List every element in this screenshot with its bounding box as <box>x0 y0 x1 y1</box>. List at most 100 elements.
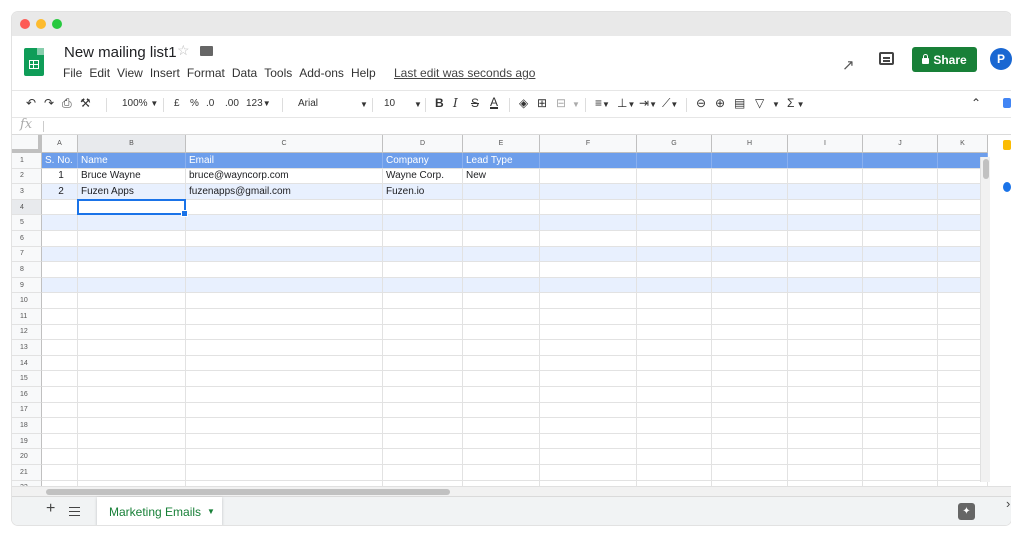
column-header[interactable]: D <box>383 135 463 153</box>
cell[interactable] <box>637 199 712 215</box>
redo-icon[interactable]: ↷ <box>44 96 54 110</box>
cell[interactable] <box>540 355 637 371</box>
row-header[interactable]: 12 <box>12 324 42 341</box>
cell[interactable] <box>712 340 788 355</box>
cell[interactable] <box>788 449 863 464</box>
cell[interactable] <box>78 387 186 402</box>
cell[interactable] <box>78 465 186 480</box>
cell[interactable] <box>712 465 788 480</box>
cell[interactable] <box>863 449 938 464</box>
cell[interactable] <box>788 246 863 262</box>
cell[interactable] <box>186 215 383 230</box>
cell[interactable] <box>540 184 637 199</box>
text-color-button[interactable]: A <box>490 95 498 109</box>
cell[interactable] <box>540 262 637 277</box>
cell[interactable] <box>712 168 788 184</box>
row-header[interactable]: 6 <box>12 231 42 247</box>
cell[interactable] <box>383 246 463 262</box>
cell[interactable] <box>186 433 383 449</box>
row-header[interactable]: 21 <box>12 465 42 481</box>
cell[interactable] <box>42 371 78 386</box>
explore-icon[interactable]: ✦ <box>958 503 975 520</box>
cell[interactable] <box>186 231 383 246</box>
filter-icon[interactable]: ▽ <box>755 96 764 110</box>
cell[interactable] <box>463 293 540 308</box>
cell[interactable]: Fuzen Apps <box>78 184 186 199</box>
cell[interactable] <box>383 402 463 418</box>
sheet-tab-marketing-emails[interactable]: Marketing Emails ▼ <box>97 497 222 525</box>
cell[interactable] <box>78 418 186 433</box>
cell[interactable] <box>788 231 863 246</box>
bold-button[interactable]: B <box>435 96 444 110</box>
spreadsheet-grid[interactable]: A B C D E F G H I J K 1 S. No. Name Email Company Lead T… <box>12 135 1011 486</box>
cell[interactable] <box>863 355 938 371</box>
row-header[interactable]: 3 <box>12 184 42 200</box>
close-window-button[interactable] <box>20 19 30 29</box>
cell[interactable] <box>42 293 78 308</box>
cell[interactable] <box>863 153 938 168</box>
cell[interactable] <box>863 465 938 480</box>
currency-format[interactable]: £ <box>174 98 180 109</box>
cell[interactable]: Company <box>383 153 463 168</box>
cell[interactable] <box>712 262 788 277</box>
calendar-icon[interactable] <box>1003 98 1011 108</box>
cell[interactable] <box>383 465 463 480</box>
cell[interactable] <box>463 184 540 199</box>
row-header[interactable]: 8 <box>12 262 42 278</box>
cell[interactable] <box>463 402 540 418</box>
column-header[interactable]: H <box>712 135 788 153</box>
menu-edit[interactable]: Edit <box>89 66 110 80</box>
cell[interactable] <box>186 262 383 277</box>
cell[interactable] <box>463 387 540 402</box>
cell[interactable] <box>788 184 863 199</box>
cell[interactable] <box>863 246 938 262</box>
cell[interactable] <box>712 215 788 230</box>
keep-icon[interactable] <box>1003 140 1011 150</box>
column-header[interactable]: F <box>540 135 637 153</box>
cell[interactable] <box>788 387 863 402</box>
cell[interactable] <box>712 199 788 215</box>
cell[interactable] <box>712 231 788 246</box>
cell[interactable] <box>42 402 78 418</box>
italic-button[interactable]: I <box>453 96 458 110</box>
zoom-select[interactable]: 100% ▼ <box>122 98 158 109</box>
cell[interactable] <box>42 465 78 480</box>
cell[interactable] <box>463 449 540 464</box>
cell[interactable] <box>42 433 78 449</box>
tasks-icon[interactable] <box>1003 182 1011 192</box>
menu-insert[interactable]: Insert <box>150 66 180 80</box>
cell[interactable] <box>540 418 637 433</box>
column-header[interactable]: B <box>78 135 186 153</box>
cell[interactable] <box>78 449 186 464</box>
cell[interactable] <box>383 262 463 277</box>
cell[interactable] <box>186 371 383 386</box>
cell[interactable] <box>540 246 637 262</box>
column-header[interactable]: E <box>463 135 540 153</box>
cell[interactable] <box>637 371 712 386</box>
paint-format-icon[interactable]: ⚒ <box>80 96 91 110</box>
cell[interactable] <box>637 246 712 262</box>
cell[interactable] <box>383 215 463 230</box>
cell[interactable] <box>383 309 463 324</box>
doc-title[interactable]: New mailing list1 <box>64 44 177 61</box>
cell[interactable] <box>42 340 78 355</box>
cell[interactable]: Wayne Corp. <box>383 168 463 184</box>
cell[interactable] <box>788 371 863 386</box>
cell[interactable] <box>383 449 463 464</box>
star-icon[interactable]: ☆ <box>177 42 190 59</box>
row-header[interactable]: 9 <box>12 277 42 294</box>
cell[interactable] <box>78 262 186 277</box>
cell[interactable] <box>463 309 540 324</box>
cell[interactable] <box>42 309 78 324</box>
cell[interactable] <box>863 168 938 184</box>
menu-data[interactable]: Data <box>232 66 257 80</box>
cell[interactable] <box>540 371 637 386</box>
cell[interactable] <box>383 277 463 293</box>
cell[interactable] <box>540 387 637 402</box>
cell[interactable] <box>540 293 637 308</box>
cell[interactable] <box>186 277 383 293</box>
maximize-window-button[interactable] <box>52 19 62 29</box>
font-select[interactable]: Arial <box>298 98 318 109</box>
cell[interactable] <box>712 293 788 308</box>
menu-format[interactable]: Format <box>187 66 225 80</box>
